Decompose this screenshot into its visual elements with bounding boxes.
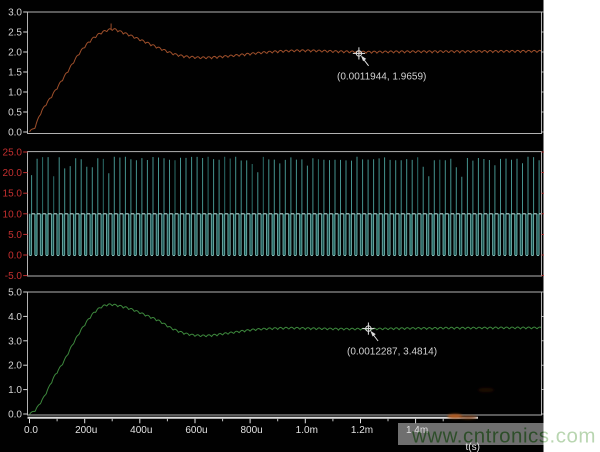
svg-text:400u: 400u (130, 425, 152, 436)
svg-text:25.0: 25.0 (3, 148, 23, 159)
svg-text:600u: 600u (185, 425, 207, 436)
svg-text:2.0: 2.0 (8, 361, 22, 372)
svg-text:0.5: 0.5 (8, 108, 22, 119)
svg-text:-5.0: -5.0 (5, 271, 23, 282)
svg-text:800u: 800u (240, 425, 262, 436)
svg-text:2.5: 2.5 (8, 28, 22, 39)
svg-text:3.0: 3.0 (8, 336, 22, 347)
svg-text:2.0: 2.0 (8, 48, 22, 59)
svg-text:0.0: 0.0 (8, 251, 22, 262)
svg-text:0.0: 0.0 (24, 425, 38, 436)
svg-text:(0.0012287, 3.4814): (0.0012287, 3.4814) (347, 347, 437, 358)
svg-text:200u: 200u (75, 425, 97, 436)
svg-text:1.0: 1.0 (8, 385, 22, 396)
svg-text:(0.0011944, 1.9659): (0.0011944, 1.9659) (337, 72, 426, 83)
svg-text:0.0: 0.0 (8, 410, 22, 421)
svg-text:1.0: 1.0 (8, 88, 22, 99)
svg-text:1.2m: 1.2m (351, 425, 373, 436)
svg-text:1.5: 1.5 (8, 68, 22, 79)
svg-text:0.0: 0.0 (8, 128, 22, 139)
svg-text:3.0: 3.0 (8, 8, 22, 19)
svg-text:15.0: 15.0 (3, 189, 23, 200)
svg-text:5.0: 5.0 (8, 288, 22, 299)
svg-text:www.cntronics.com: www.cntronics.com (411, 425, 596, 448)
svg-text:10.0: 10.0 (3, 209, 23, 220)
svg-text:4.0: 4.0 (8, 312, 22, 323)
svg-text:20.0: 20.0 (3, 168, 23, 179)
svg-text:5.0: 5.0 (8, 230, 22, 241)
svg-text:t(s): t(s) (466, 442, 480, 452)
svg-text:1.0m: 1.0m (296, 425, 318, 436)
